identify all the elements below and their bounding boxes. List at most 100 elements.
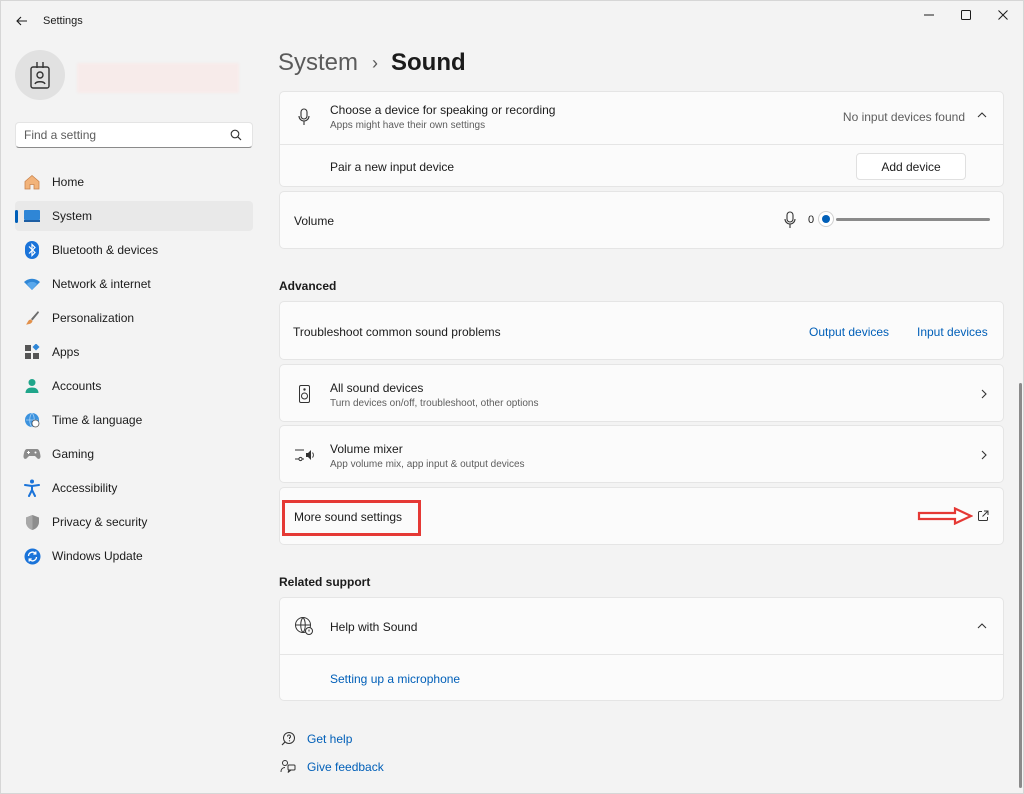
all-sound-devices-row[interactable]: All sound devices Turn devices on/off, t… (279, 364, 1004, 422)
red-arrow-annotation (917, 507, 973, 525)
sidebar-item-windows-update[interactable]: Windows Update (15, 541, 253, 571)
microphone-icon (298, 108, 310, 125)
search-box[interactable] (15, 122, 253, 148)
all-devices-subtitle: Turn devices on/off, troubleshoot, other… (330, 398, 539, 409)
troubleshoot-card: Troubleshoot common sound problems Outpu… (279, 301, 1004, 360)
chevron-up-icon (977, 623, 987, 629)
advanced-heading: Advanced (279, 279, 337, 293)
volume-slider-track[interactable] (836, 218, 990, 221)
input-status: No input devices found (842, 110, 965, 124)
maximize-icon (961, 10, 971, 20)
sidebar-item-label: Personalization (52, 311, 135, 325)
sidebar-item-home[interactable]: Home (15, 167, 253, 197)
close-button[interactable] (987, 5, 1019, 25)
chevron-up-icon[interactable] (977, 112, 987, 118)
sidebar-item-personalization[interactable]: Personalization (15, 303, 253, 333)
minimize-icon (924, 14, 934, 16)
globe-icon (295, 617, 313, 635)
apps-icon (23, 343, 41, 361)
breadcrumb-separator: › (372, 52, 379, 73)
breadcrumb-parent[interactable]: System (278, 49, 358, 77)
output-devices-link[interactable]: Output devices (809, 325, 889, 339)
give-feedback-label: Give feedback (307, 760, 384, 774)
get-help-link[interactable]: Get help (279, 730, 352, 748)
sidebar-item-privacy[interactable]: Privacy & security (15, 507, 253, 537)
get-help-icon (279, 730, 297, 748)
sidebar-item-accessibility[interactable]: Accessibility (15, 473, 253, 503)
settings-window: Settings Home (0, 0, 1024, 794)
sidebar-item-label: Time & language (52, 413, 143, 427)
brush-icon (23, 309, 41, 327)
accessibility-icon (23, 479, 41, 497)
pair-input-label: Pair a new input device (330, 160, 455, 174)
sidebar-item-label: Privacy & security (52, 515, 148, 529)
microphone-icon (784, 211, 796, 228)
sidebar-item-gaming[interactable]: Gaming (15, 439, 253, 469)
sidebar-item-label: Apps (52, 345, 80, 359)
sidebar-item-label: System (52, 209, 93, 223)
close-icon (998, 10, 1008, 20)
search-input[interactable] (24, 128, 224, 142)
user-badge-icon (30, 62, 50, 89)
breadcrumb: System › Sound (278, 49, 466, 77)
minimize-button[interactable] (913, 5, 945, 25)
help-with-sound-title: Help with Sound (330, 620, 418, 634)
divider (280, 144, 1003, 145)
mixer-title: Volume mixer (330, 442, 403, 456)
related-support-heading: Related support (279, 575, 371, 589)
sidebar-item-system[interactable]: System (15, 201, 253, 231)
chevron-right-icon (981, 389, 987, 399)
help-with-sound-card: Help with Sound Setting up a microphone (279, 597, 1004, 701)
sidebar-item-apps[interactable]: Apps (15, 337, 253, 367)
input-devices-link[interactable]: Input devices (917, 325, 988, 339)
volume-slider-thumb[interactable] (818, 211, 834, 227)
help-with-sound-row[interactable]: Help with Sound (280, 598, 1003, 654)
accounts-icon (23, 377, 41, 395)
volume-mixer-row[interactable]: Volume mixer App volume mix, app input &… (279, 425, 1004, 483)
network-icon (23, 275, 41, 293)
choose-input-row[interactable]: Choose a device for speaking or recordin… (280, 92, 1003, 144)
mixer-subtitle: App volume mix, app input & output devic… (330, 459, 525, 470)
chevron-right-icon (981, 450, 987, 460)
mixer-icon (295, 449, 314, 462)
bluetooth-icon (23, 241, 41, 259)
sidebar-item-bluetooth[interactable]: Bluetooth & devices (15, 235, 253, 265)
gamepad-icon (23, 445, 41, 463)
sidebar-item-label: Accessibility (52, 481, 118, 495)
scrollbar[interactable] (1019, 383, 1022, 788)
sidebar-item-time-language[interactable]: Time & language (15, 405, 253, 435)
add-device-button[interactable]: Add device (856, 153, 966, 180)
globe-clock-icon (23, 411, 41, 429)
sidebar-item-label: Gaming (52, 447, 95, 461)
sidebar-item-label: Home (52, 175, 85, 189)
sidebar-item-network[interactable]: Network & internet (15, 269, 253, 299)
divider (280, 654, 1003, 655)
highlight-annotation (282, 500, 421, 536)
sidebar-item-label: Bluetooth & devices (52, 243, 159, 257)
speaker-icon (299, 385, 310, 403)
all-devices-title: All sound devices (330, 381, 424, 395)
sidebar-item-label: Windows Update (52, 549, 143, 563)
app-title: Settings (43, 15, 83, 27)
back-arrow-icon (16, 16, 27, 26)
give-feedback-link[interactable]: Give feedback (279, 758, 384, 776)
maximize-button[interactable] (950, 5, 982, 25)
shield-icon (23, 513, 41, 531)
get-help-label: Get help (307, 732, 353, 746)
home-icon (23, 173, 41, 191)
setting-up-microphone-link[interactable]: Setting up a microphone (330, 672, 460, 686)
sidebar-nav: Home System Bluetooth & devices Network … (15, 167, 253, 575)
sidebar-item-label: Accounts (52, 379, 102, 393)
title-bar: Settings (1, 1, 1023, 41)
update-icon (23, 547, 41, 565)
open-external-icon (978, 510, 989, 521)
volume-value: 0 (808, 214, 815, 226)
back-button[interactable] (11, 11, 33, 31)
search-icon (230, 129, 242, 141)
feedback-icon (279, 758, 297, 776)
avatar[interactable] (15, 50, 65, 100)
profile-name-redacted (77, 63, 239, 93)
troubleshoot-label: Troubleshoot common sound problems (293, 325, 501, 339)
sidebar-item-accounts[interactable]: Accounts (15, 371, 253, 401)
choose-input-title: Choose a device for speaking or recordin… (330, 103, 556, 117)
